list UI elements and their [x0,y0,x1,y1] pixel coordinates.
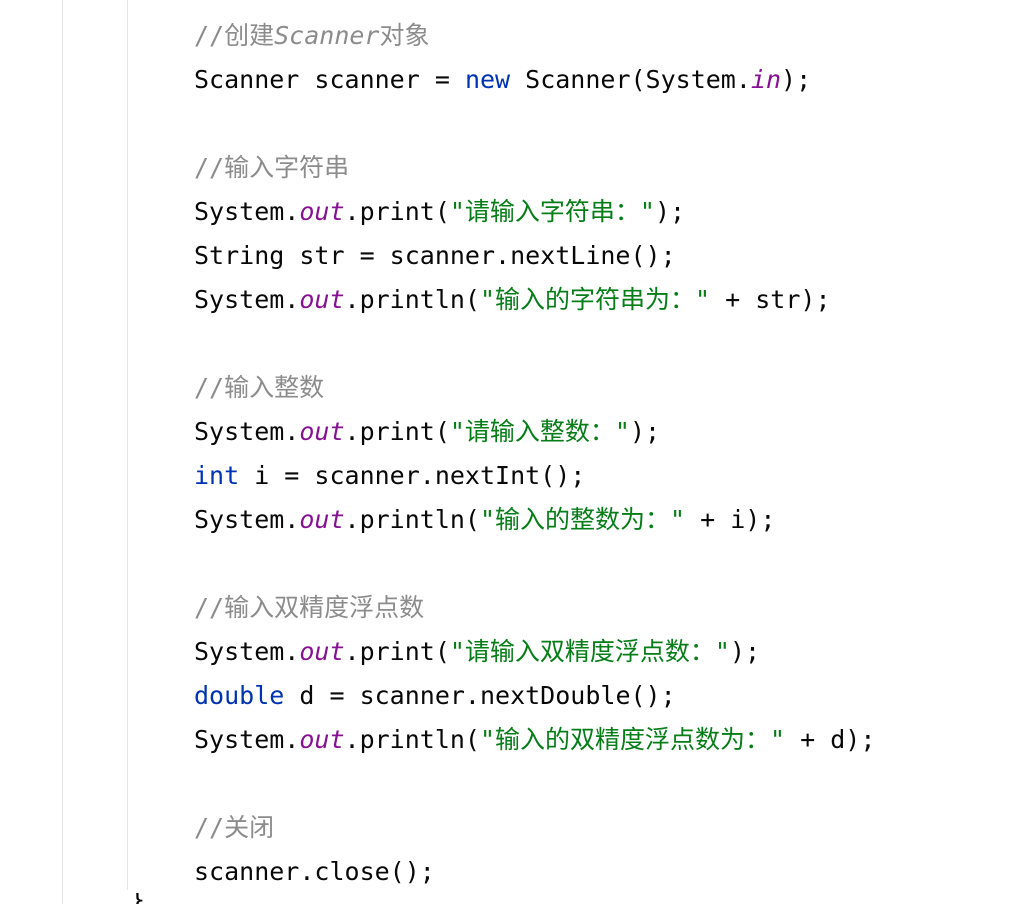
string-literal-token: "输入的字符串为：" [479,285,711,314]
static-field-token: out [299,637,345,666]
code-token: .println( [344,285,480,314]
code-token: .print( [344,637,450,666]
static-field-token: out [299,197,345,226]
code-token: ); [781,65,812,94]
code-token: .print( [344,417,450,446]
code-line[interactable]: System.out.println("输入的整数为：" + i); [194,498,875,542]
string-literal-token: "请输入整数：" [449,417,630,446]
static-field-token: out [299,417,345,446]
code-token: .println( [344,725,480,754]
code-line[interactable]: System.out.print("请输入字符串："); [194,190,875,234]
code-token: d = scanner.nextDouble(); [284,681,676,710]
code-token: + str); [710,285,831,314]
code-token: String str = scanner.nextLine(); [194,241,676,270]
code-token: ); [729,637,761,666]
code-token: System. [194,637,300,666]
comment-token: //输入双精度浮点数 [194,593,425,622]
blank-line[interactable] [194,762,875,806]
indent-guide [62,0,63,904]
code-line[interactable]: System.out.println("输入的双精度浮点数为：" + d); [194,718,875,762]
static-field-token: out [299,725,345,754]
blank-line[interactable] [194,542,875,586]
comment-token: 对象 [379,21,430,50]
code-token: + i); [685,505,776,534]
comment-token: //输入整数 [194,373,325,402]
code-token: System. [194,285,300,314]
code-line[interactable]: //关闭 [194,806,875,850]
code-line[interactable]: //输入字符串 [194,146,875,190]
keyword-token: new [464,65,511,94]
code-token: i = scanner.nextInt(); [239,461,586,490]
code-line[interactable]: System.out.print("请输入整数："); [194,410,875,454]
blank-line[interactable] [194,102,875,146]
static-field-token: in [750,65,782,94]
string-literal-token: "输入的双精度浮点数为：" [479,725,786,754]
code-line[interactable]: int i = scanner.nextInt(); [194,454,875,498]
code-line[interactable]: //输入整数 [194,366,875,410]
comment-token: //输入字符串 [194,153,350,182]
string-literal-token: "请输入双精度浮点数：" [449,637,730,666]
code-token: ); [654,197,686,226]
static-field-token: out [299,285,345,314]
code-token: System. [194,197,300,226]
closing-brace: } [130,893,144,904]
code-line[interactable]: double d = scanner.nextDouble(); [194,674,875,718]
comment-token: //创建 [194,21,275,50]
string-literal-token: "输入的整数为：" [479,505,686,534]
code-token: + d); [785,725,876,754]
keyword-token: int [194,461,240,490]
code-token: System. [194,417,300,446]
indent-guide [127,0,128,890]
code-token: Scanner(System. [510,65,751,94]
code-token: scanner.close(); [194,857,435,886]
code-line[interactable]: String str = scanner.nextLine(); [194,234,875,278]
code-line[interactable]: scanner.close(); [194,850,875,894]
code-token: System. [194,725,300,754]
static-field-token: out [299,505,345,534]
code-line[interactable]: Scanner scanner = new Scanner(System.in)… [194,58,875,102]
blank-line[interactable] [194,322,875,366]
code-block[interactable]: //创建Scanner对象 Scanner scanner = new Scann… [194,14,875,894]
code-token: ); [629,417,661,446]
comment-token: //关闭 [194,813,275,842]
code-line[interactable]: System.out.print("请输入双精度浮点数："); [194,630,875,674]
keyword-token: double [194,681,285,710]
code-line[interactable]: //创建Scanner对象 [194,14,875,58]
code-token: System. [194,505,300,534]
code-token: .print( [344,197,450,226]
code-line[interactable]: //输入双精度浮点数 [194,586,875,630]
string-literal-token: "请输入字符串：" [449,197,655,226]
code-line[interactable]: System.out.println("输入的字符串为：" + str); [194,278,875,322]
code-editor[interactable]: //创建Scanner对象 Scanner scanner = new Scann… [0,0,1026,904]
comment-token: Scanner [274,21,380,50]
code-token: Scanner scanner = [194,65,465,94]
code-token: .println( [344,505,480,534]
